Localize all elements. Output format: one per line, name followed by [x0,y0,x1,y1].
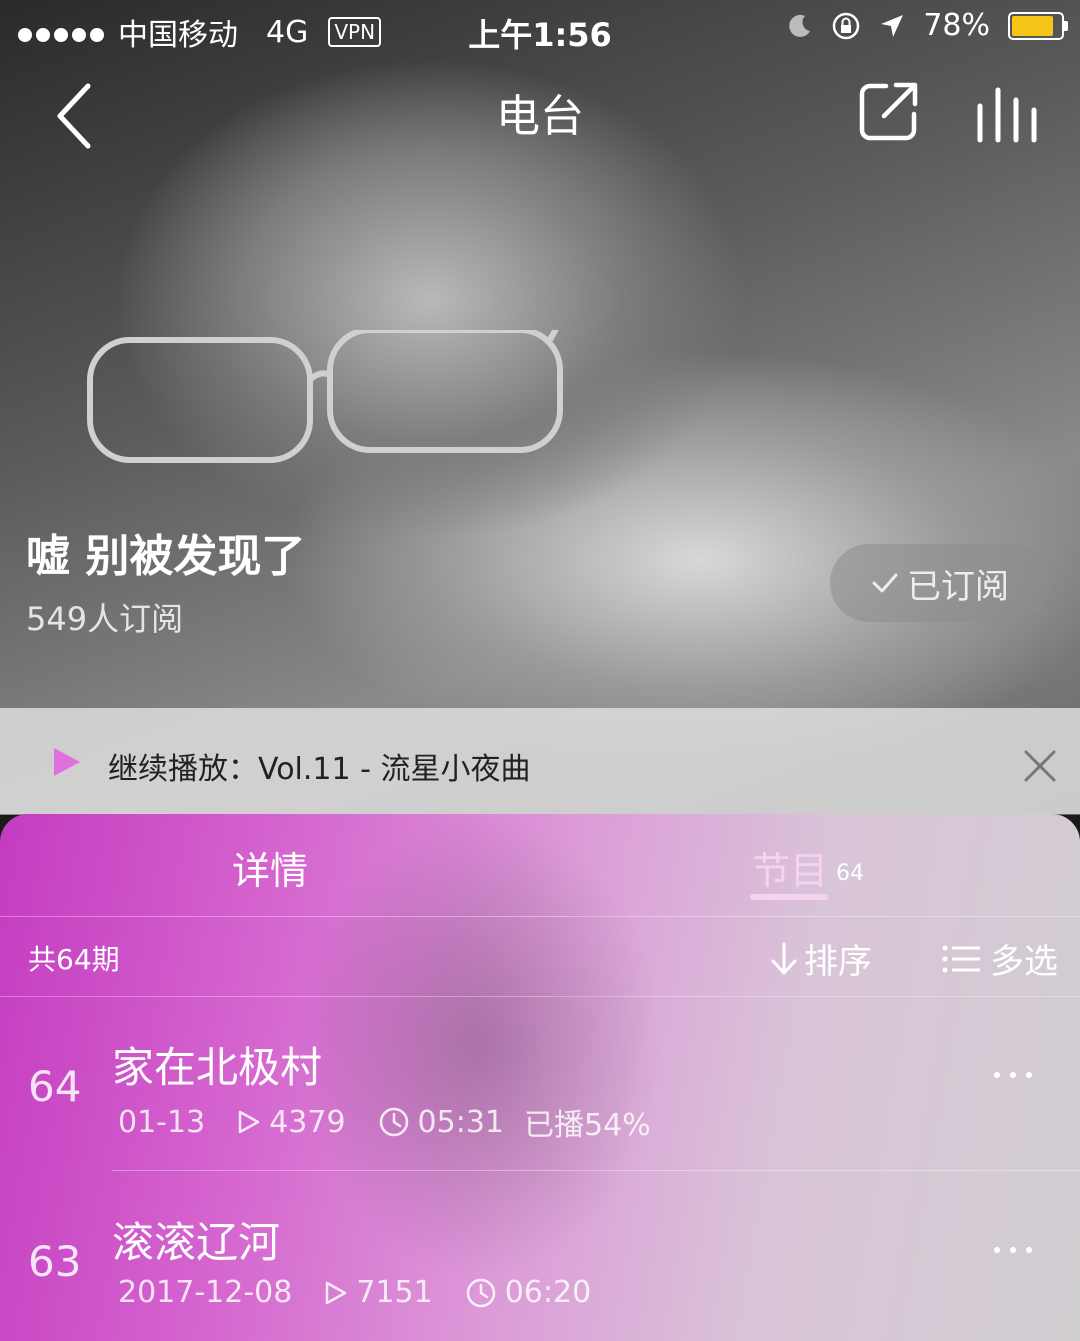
episode-number: 64 [28,1062,82,1111]
subscribed-button[interactable]: 已订阅 [830,544,1050,622]
nav-bar: 电台 [0,68,1080,158]
radio-title: 嘘 别被发现了 [26,531,306,582]
resume-playback-bar[interactable]: 继续播放：Vol.11 - 流星小夜曲 [0,708,1080,814]
episode-date: 2017-12-08 [118,1275,293,1310]
episode-title: 家在北极村 [112,1043,323,1092]
episode-duration: 05:31 [417,1104,505,1140]
episode-plays: 4379 [269,1104,346,1140]
tab-programs-label: 节目 [752,849,829,893]
multi-select-button[interactable]: 多选 [942,934,1058,983]
moon-icon [789,14,811,37]
tab-programs-count: 64 [836,861,865,886]
episode-progress: 已播54% [524,1108,651,1143]
episode-duration: 06:20 [504,1275,592,1310]
more-icon[interactable] [994,1247,1032,1253]
episode-row[interactable]: 63 滚滚辽河 2017-12-08 7151 06:20 [0,1171,1080,1341]
episode-meta: 01-13 4379 05:31 已播54% [118,1100,651,1144]
close-icon[interactable] [1022,748,1058,784]
tab-programs[interactable]: 节目 64 [752,840,864,895]
episode-total: 共64期 [28,943,120,976]
play-count-icon [326,1281,347,1304]
status-bar: 中国移动 4G VPN 上午1:56 78% [0,0,1080,58]
list-icon [942,945,980,972]
episode-plays: 7151 [356,1275,433,1310]
now-playing-icon[interactable] [974,82,1044,148]
status-right: 78% [787,8,1068,43]
sort-button[interactable]: 排序 [770,934,872,983]
episode-date: 01-13 [118,1104,206,1140]
episode-meta: 2017-12-08 7151 06:20 [118,1275,623,1310]
programs-panel: 详情 节目 64 共64期 排序 多选 64 家在北极村 01-13 4379 … [0,814,1080,1341]
location-icon [881,14,904,37]
multi-select-label: 多选 [990,942,1058,982]
share-icon[interactable] [856,78,922,144]
check-icon [872,573,898,593]
play-count-icon [238,1110,260,1134]
subscriber-count: 549人订阅 [26,600,184,638]
episode-title: 滚滚辽河 [112,1218,281,1267]
cover-photo-detail [87,330,563,463]
sort-label: 排序 [804,942,872,982]
more-icon[interactable] [994,1072,1032,1078]
battery-percent: 78% [923,8,990,43]
resume-label: 继续播放：Vol.11 - 流星小夜曲 [108,752,531,787]
episode-row[interactable]: 64 家在北极村 01-13 4379 05:31 已播54% [0,996,1080,1171]
subscribed-label: 已订阅 [907,566,1009,607]
clock-icon [379,1107,408,1137]
active-tab-indicator [750,894,828,900]
play-icon [54,748,80,776]
tab-bar: 详情 节目 64 [0,814,1080,917]
tab-detail[interactable]: 详情 [232,840,308,895]
list-toolbar: 共64期 排序 多选 [0,916,1080,997]
episode-number: 63 [28,1237,82,1286]
arrow-down-icon [771,942,797,974]
battery-icon [1008,11,1068,40]
rotation-lock-icon [833,12,860,39]
clock-icon [466,1278,495,1307]
